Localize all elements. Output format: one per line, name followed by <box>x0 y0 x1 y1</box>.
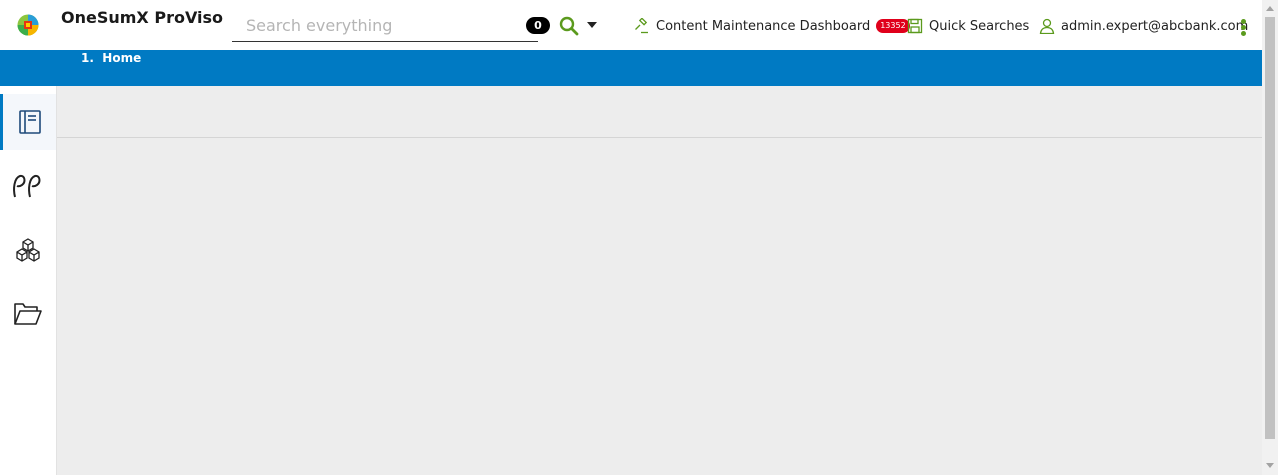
dashboard-label: Content Maintenance Dashboard <box>656 18 871 34</box>
sidebar-item-cubes[interactable] <box>0 222 56 278</box>
sidebar-item-notebook[interactable] <box>0 94 56 150</box>
search-count-badge: 0 <box>526 17 550 34</box>
breadcrumb-bar <box>0 50 1262 86</box>
save-disk-icon <box>907 18 923 34</box>
top-header: OneSumX ProViso 0 Content Maintenance Da… <box>0 0 1262 50</box>
sidebar-item-quotes[interactable] <box>0 158 56 214</box>
more-options-icon[interactable] <box>1239 19 1247 39</box>
app-title: OneSumX ProViso <box>61 8 224 27</box>
user-email: admin.expert@abcbank.com <box>1061 18 1249 34</box>
quick-searches-label: Quick Searches <box>929 18 1030 34</box>
notebook-icon <box>18 110 41 134</box>
user-menu[interactable]: admin.expert@abcbank.com <box>1039 18 1248 34</box>
scroll-thumb[interactable] <box>1265 17 1275 439</box>
content-toolbar <box>57 86 1262 138</box>
breadcrumb-item-home[interactable]: Home <box>102 51 141 65</box>
content-maintenance-dashboard-link[interactable]: Content Maintenance Dashboard 13352 <box>634 18 910 34</box>
vertical-scrollbar[interactable] <box>1262 0 1278 475</box>
search-box <box>232 12 538 42</box>
sidebar <box>0 86 57 475</box>
user-icon <box>1039 18 1055 34</box>
app-logo-icon[interactable] <box>17 14 39 36</box>
dashboard-count-badge: 13352 <box>876 19 910 33</box>
quick-searches-link[interactable]: Quick Searches <box>907 18 1029 34</box>
quote-icon <box>13 174 41 198</box>
cubes-icon <box>16 238 40 262</box>
folder-open-icon <box>14 303 42 325</box>
breadcrumb: 1. Home <box>81 50 141 66</box>
gavel-icon <box>635 18 648 34</box>
main-content <box>57 86 1262 475</box>
search-input[interactable] <box>246 12 516 38</box>
scroll-down-arrow-icon[interactable] <box>1266 463 1274 468</box>
search-icon[interactable] <box>558 15 580 37</box>
scroll-up-arrow-icon[interactable] <box>1266 6 1274 11</box>
breadcrumb-number: 1. <box>81 51 94 65</box>
search-options-caret-icon[interactable] <box>585 18 599 32</box>
sidebar-item-folders[interactable] <box>0 286 56 342</box>
